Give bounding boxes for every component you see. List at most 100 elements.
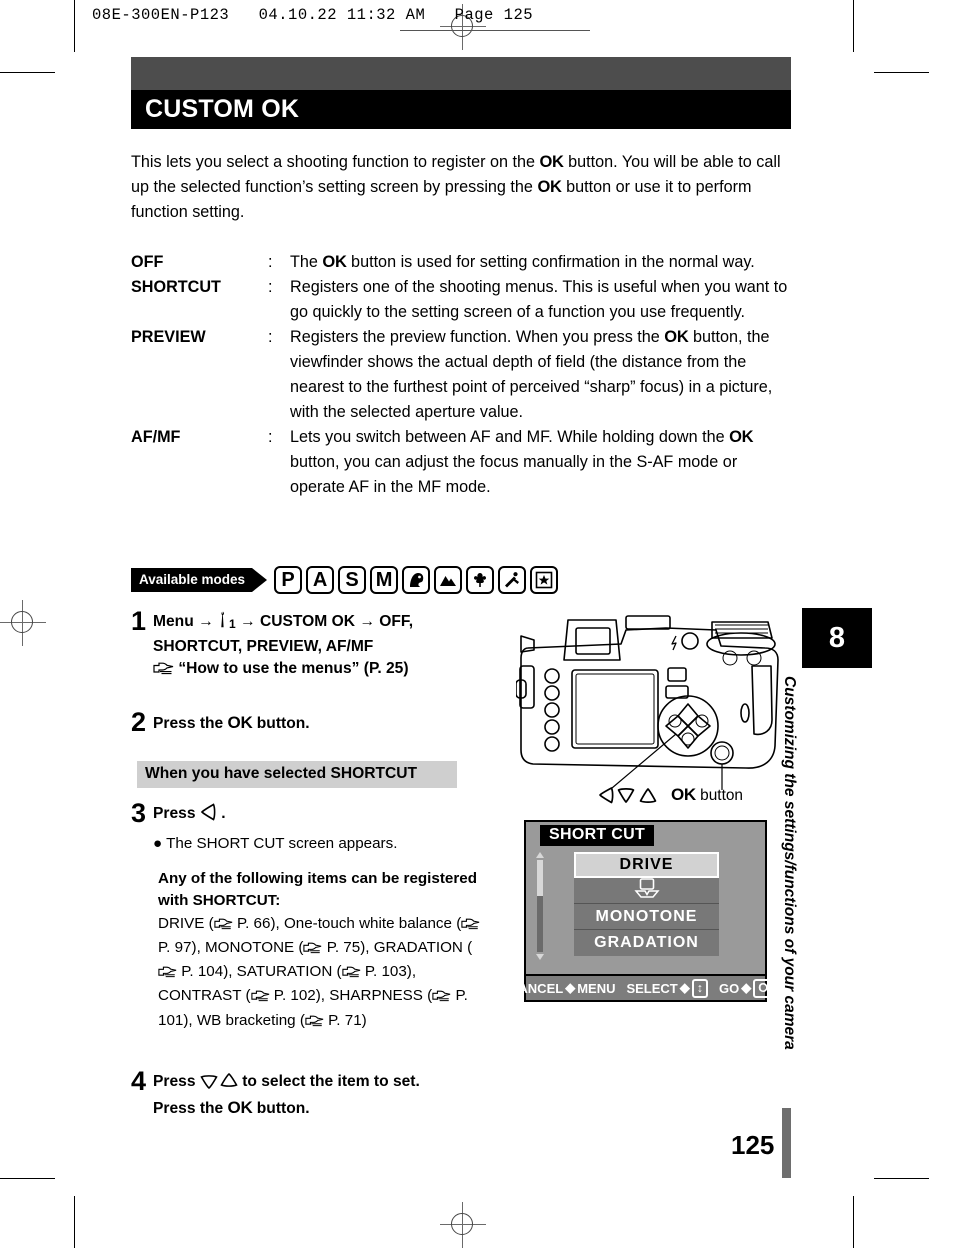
note-ref: P. 66 [236,914,271,932]
step-number: 1 [131,606,147,636]
step1-reference-text: “How to use the menus” (P. 25) [178,660,409,677]
crop-mark-bottom-left-v [74,1196,75,1248]
definition-colon: : [268,278,273,296]
reference-hand-icon [250,987,270,1009]
instruction-steps: 1 Menu → 1 → CUSTOM OK → OFF, SHORTCUT, … [131,608,491,739]
lcd-menu-item-one-touch-wb[interactable] [574,878,719,904]
section-banner: CUSTOM OK [131,57,791,129]
note-ref: P. 102 [273,987,316,1005]
note-ref: P. 104 [181,963,224,981]
step-3: 3 Press . ● The SHORT CUT screen appears… [131,800,491,855]
definition-colon: : [268,328,273,346]
lcd-menu-item-label: GRADATION [594,934,699,951]
step4-line2-pre: Press the [153,1099,228,1117]
arrow-right-icon: → [240,613,256,630]
mode-aperture-icon: A [306,566,335,594]
lcd-menu-item-gradation[interactable]: GRADATION [574,930,719,956]
ok-button-callout: OK button [671,785,743,805]
reference-hand-icon [461,915,480,937]
note-ref: P. 97 [158,938,192,956]
lcd-menu-item-label: MONOTONE [595,907,698,925]
page-title: CUSTOM OK [145,95,300,123]
scroll-up-arrow-icon[interactable] [536,852,544,858]
definition-description: The OK button is used for setting confir… [290,250,793,275]
ok-glyph: OK [664,328,689,346]
lcd-go-group[interactable]: GO ◆ OK [719,978,782,998]
step1-options-label: SHORTCUT, PREVIEW, AF/MF [153,637,374,655]
ok-glyph: OK [671,785,696,804]
step4-pre: Press [153,1073,196,1090]
step-2: 2 Press the OK button. [131,706,491,737]
scroll-thumb[interactable] [537,860,543,896]
arrow-left-pad-icon [200,803,217,829]
lcd-title-bar: SHORT CUT [526,822,765,849]
lcd-bottom-bar: CANCEL ◆ MENU SELECT ◆ ↕ GO ◆ OK [509,974,782,1000]
note-ref: P. 103 [364,963,407,981]
mode-shutter-icon: S [338,566,367,594]
note-seg: ), WB bracketing [183,1011,296,1029]
definition-term: OFF [131,253,164,271]
mode-glyph: A [312,568,328,591]
definition-colon: : [268,428,273,446]
note-seg: GRADATION ( [373,938,473,956]
step-4: 4 Press to select the item to set. Press… [131,1068,491,1120]
instruction-steps-continued: 3 Press . ● The SHORT CUT screen appears… [131,800,491,859]
step3-post: . [221,805,226,822]
available-modes-bar: Available modes P A S M [131,566,562,594]
crop-mark-top-right-v [853,0,854,52]
definition-desc-pre: The [290,253,323,271]
available-modes-arrow-icon [252,568,268,592]
note-seg: DRIVE ( [158,914,214,932]
step3-pre: Press [153,805,196,822]
camera-back-illustration [515,608,816,813]
step-body: Press the OK button. [153,709,310,736]
scroll-down-arrow-icon[interactable] [536,954,544,960]
wrench-subscript: 1 [229,617,236,631]
lcd-menu-item-monotone[interactable]: MONOTONE [574,904,719,930]
ok-button-callout-text: button [695,787,743,804]
definition-row: PREVIEW : Registers the preview function… [131,325,793,425]
intro-paragraph: This lets you select a shooting function… [131,150,791,225]
page-number-bar [782,1108,791,1178]
chapter-number: 8 [828,621,846,654]
lcd-go-label: GO [719,980,740,996]
mode-glyph: P [281,568,295,591]
diamond-arrow-icon: ◆ [741,980,752,995]
note-body: DRIVE ( P. 66), One-touch white balance … [158,913,488,1034]
step-body: Menu → 1 → CUSTOM OK → OFF, SHORTCUT, PR… [153,608,413,683]
reference-hand-icon [158,963,177,985]
lcd-select-label: SELECT [626,980,678,996]
note-seg: SHARPNESS ( [329,987,433,1005]
reference-hand-icon [341,963,361,985]
note-seg: ) [361,1011,367,1029]
lcd-select-group[interactable]: SELECT ◆ ↕ [626,978,709,998]
crop-mark-top-right-h [874,72,929,73]
definition-row: SHORTCUT : Registers one of the shooting… [131,275,793,325]
definition-desc-pre: Registers one of the shooting menus. Thi… [290,278,788,321]
instruction-steps-final: 4 Press to select the item to set. Press… [131,1068,491,1124]
step-1: 1 Menu → 1 → CUSTOM OK → OFF, SHORTCUT, … [131,608,491,683]
mode-landscape-icon [434,566,463,594]
ok-glyph: OK [322,253,347,271]
arrow-right-icon: → [198,613,214,630]
lcd-cancel-group[interactable]: CANCEL ◆ MENU [509,980,615,996]
note-seg: ), [360,938,370,956]
lcd-title: SHORT CUT [540,825,655,846]
step-body: Press to select the item to set. Press t… [153,1068,420,1120]
setup-wrench-icon [218,611,229,636]
mode-portrait-icon [402,566,431,594]
step-number: 2 [131,706,147,737]
diamond-arrow-icon: ◆ [679,980,690,995]
lcd-scrollbar[interactable] [536,852,544,960]
lcd-menu-item-drive[interactable]: DRIVE [574,852,719,878]
reference-hand-icon [305,1012,324,1034]
step4-mid: to select the item to set. [242,1073,420,1090]
mode-night-scene-icon [530,566,559,594]
note-seg: ), SATURATION [223,963,333,981]
lcd-ok-key-icon: OK [753,978,782,998]
note-heading: Any of the following items can be regist… [158,870,477,910]
step2-pre: Press the [153,714,228,732]
registration-mark-left [0,600,46,646]
bullet-dot-icon: ● [153,834,163,852]
step1-custom-ok-label: CUSTOM OK [259,613,355,630]
